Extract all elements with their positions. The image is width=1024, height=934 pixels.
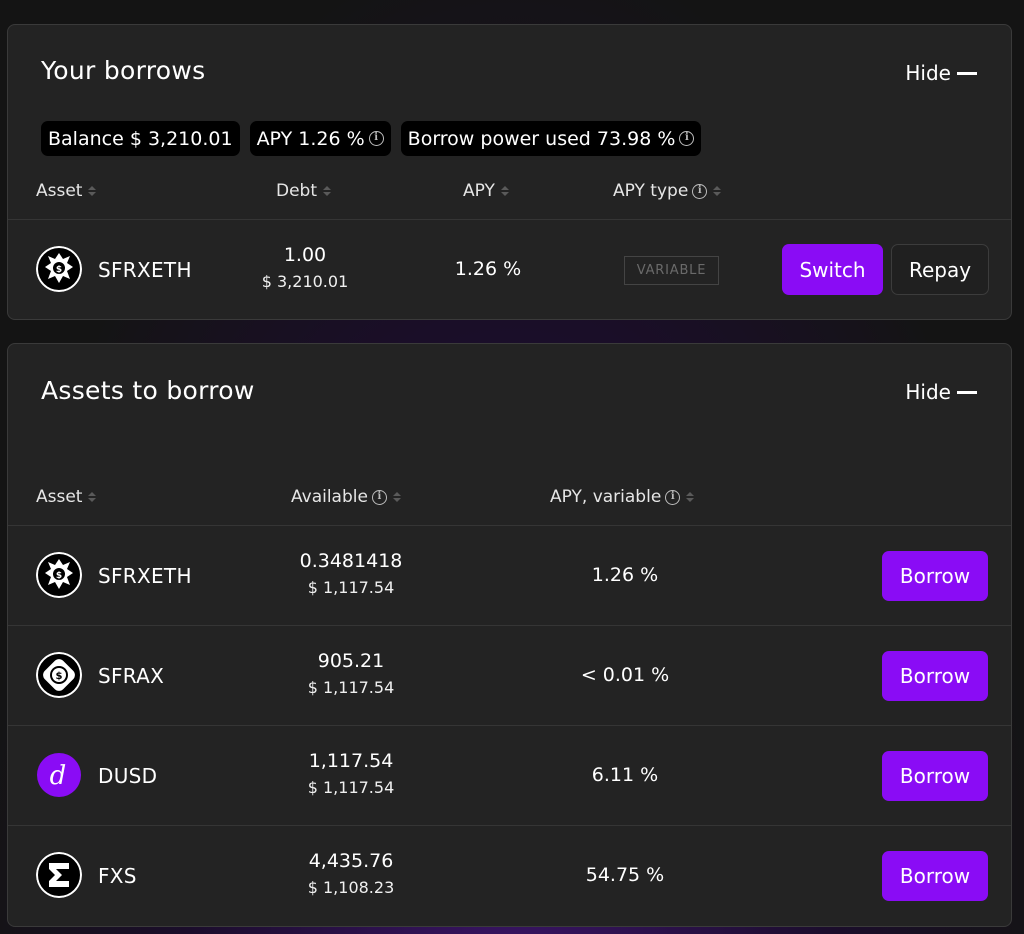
repay-button[interactable]: Repay [891, 244, 989, 295]
info-icon[interactable]: i [692, 183, 708, 199]
column-label: Available [291, 487, 368, 507]
column-header-apy-variable[interactable]: APY, variable i [550, 487, 695, 507]
available-amount: 4,435.76 $ 1,108.23 [251, 850, 451, 897]
borrow-button[interactable]: Borrow [882, 851, 988, 901]
info-icon[interactable]: i [665, 489, 681, 505]
balance-text: Balance $ 3,210.01 [48, 127, 233, 150]
borrow-row-sfrxeth: $ SFRXETH 1.00 $ 3,210.01 1.26 % VARIABL… [8, 219, 1011, 319]
available-value: 0.3481418 [299, 550, 403, 572]
apy-value: 1.26 % [454, 258, 522, 280]
asset-name: DUSD [98, 764, 158, 788]
apy-text: APY 1.26 % [256, 127, 365, 150]
fxs-icon [36, 852, 82, 898]
svg-text:d: d [50, 761, 67, 791]
asset-row-dusd: d DUSD 1,117.54 $ 1,117.54 6.11 % Borrow [8, 725, 1011, 825]
sort-icon [88, 186, 97, 196]
apy-value: < 0.01 % [580, 664, 670, 686]
column-label: APY, variable [550, 487, 662, 507]
available-amount: 905.21 $ 1,117.54 [251, 650, 451, 697]
column-label: APY [463, 181, 495, 201]
borrows-table-header: Asset Debt APY APY type i [8, 181, 1011, 211]
available-usd-value: $ 1,117.54 [307, 778, 395, 797]
available-amount: 0.3481418 $ 1,117.54 [251, 550, 451, 597]
column-header-available[interactable]: Available i [291, 487, 401, 507]
minus-icon [957, 71, 977, 75]
borrow-button[interactable]: Borrow [882, 551, 988, 601]
sort-icon [713, 186, 722, 196]
sfrax-icon: $ [36, 652, 82, 698]
debt-amount: 1.00 $ 3,210.01 [205, 244, 405, 291]
sort-icon [323, 186, 332, 196]
hide-label: Hide [905, 380, 951, 404]
svg-text:$: $ [56, 265, 62, 275]
asset-row-sfrax: $ SFRAX 905.21 $ 1,117.54 < 0.01 % Borro… [8, 625, 1011, 725]
column-header-apy[interactable]: APY [463, 181, 509, 201]
column-header-apy-type[interactable]: APY type i [613, 181, 722, 201]
asset-name: SFRXETH [98, 564, 192, 588]
assets-to-borrow-card: Assets to borrow Hide Asset Available i … [7, 343, 1012, 927]
info-icon[interactable]: i [371, 489, 387, 505]
asset-name: SFRXETH [98, 258, 192, 282]
hide-borrows-toggle[interactable]: Hide [905, 61, 977, 85]
column-label: Asset [36, 487, 83, 507]
borrow-power-pill: Borrow power used 73.98 % i [400, 121, 702, 156]
available-value: 4,435.76 [308, 850, 394, 872]
balance-pill: Balance $ 3,210.01 [41, 121, 240, 156]
info-icon[interactable]: i [368, 131, 384, 146]
svg-text:$: $ [56, 571, 62, 581]
sfrxeth-icon: $ [36, 246, 82, 292]
minus-icon [957, 390, 977, 394]
column-header-debt[interactable]: Debt [276, 181, 332, 201]
borrows-summary-pills: Balance $ 3,210.01 APY 1.26 % i Borrow p… [41, 121, 702, 156]
asset-row-sfrxeth: $ SFRXETH 0.3481418 $ 1,117.54 1.26 % Bo… [8, 525, 1011, 625]
sort-icon [392, 492, 401, 502]
svg-text:$: $ [56, 671, 63, 682]
dusd-icon: d [37, 753, 81, 797]
apy-value: 6.11 % [591, 764, 659, 786]
your-borrows-card: Your borrows Hide Balance $ 3,210.01 APY… [7, 24, 1012, 320]
asset-name: FXS [98, 864, 137, 888]
available-usd-value: $ 1,117.54 [307, 678, 395, 697]
borrow-button[interactable]: Borrow [882, 751, 988, 801]
sort-icon [500, 186, 509, 196]
column-label: Asset [36, 181, 83, 201]
borrow-power-text: Borrow power used 73.98 % [407, 127, 676, 150]
available-value: 905.21 [317, 650, 385, 672]
asset-row-fxs: FXS 4,435.76 $ 1,108.23 54.75 % Borrow [8, 825, 1011, 925]
assets-to-borrow-title: Assets to borrow [41, 376, 255, 405]
column-header-asset[interactable]: Asset [36, 181, 97, 201]
switch-button[interactable]: Switch [782, 244, 883, 295]
available-usd-value: $ 1,108.23 [307, 878, 395, 897]
your-borrows-title: Your borrows [41, 56, 206, 85]
column-header-asset[interactable]: Asset [36, 487, 97, 507]
available-value: 1,117.54 [308, 750, 394, 772]
info-icon[interactable]: i [679, 131, 695, 146]
debt-value: 1.00 [283, 244, 327, 266]
column-label: APY type [613, 181, 689, 201]
assets-table-header: Asset Available i APY, variable i [8, 487, 1011, 517]
sort-icon [88, 492, 97, 502]
borrow-button[interactable]: Borrow [882, 651, 988, 701]
asset-name: SFRAX [98, 664, 165, 688]
hide-label: Hide [905, 61, 951, 85]
apy-value: 1.26 % [591, 564, 659, 586]
available-usd-value: $ 1,117.54 [307, 578, 395, 597]
apy-pill: APY 1.26 % i [249, 121, 391, 156]
apy-type-badge: VARIABLE [624, 256, 719, 285]
sort-icon [686, 492, 695, 502]
hide-assets-toggle[interactable]: Hide [905, 380, 977, 404]
column-label: Debt [276, 181, 318, 201]
available-amount: 1,117.54 $ 1,117.54 [251, 750, 451, 797]
sfrxeth-icon: $ [36, 552, 82, 598]
apy-value: 54.75 % [585, 864, 665, 886]
debt-usd-value: $ 3,210.01 [261, 272, 349, 291]
